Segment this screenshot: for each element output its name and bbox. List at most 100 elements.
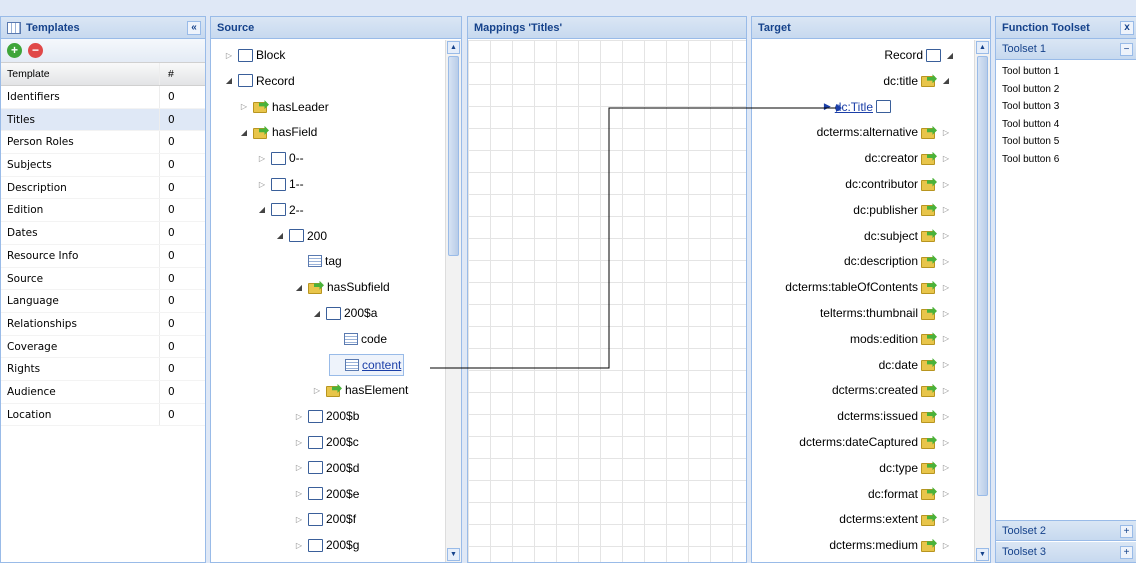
scroll-up-icon[interactable]: ▲ bbox=[976, 41, 989, 54]
collapsed-arrow-icon[interactable]: ▷ bbox=[293, 515, 305, 524]
expanded-arrow-icon[interactable]: ◢ bbox=[274, 231, 286, 240]
expanded-arrow-icon[interactable]: ◢ bbox=[311, 309, 323, 318]
toolset-2-section[interactable]: Toolset 2 + bbox=[996, 520, 1136, 541]
collapsed-arrow-icon[interactable]: ▷ bbox=[940, 541, 952, 550]
tool-button[interactable]: Tool button 3 bbox=[996, 98, 1136, 116]
target-tree-node[interactable]: dcterms:created ▷ bbox=[832, 379, 952, 401]
target-tree-node[interactable]: dc:title ◢ bbox=[883, 70, 952, 92]
target-tree-node[interactable]: dcterms:issued ▷ bbox=[837, 405, 952, 427]
template-row[interactable]: Coverage 0 bbox=[1, 335, 205, 359]
source-tree-node[interactable]: ▷ hasElement bbox=[311, 379, 408, 401]
collapsed-arrow-icon[interactable]: ▷ bbox=[293, 489, 305, 498]
template-row[interactable]: Dates 0 bbox=[1, 222, 205, 245]
expanded-arrow-icon[interactable]: ◢ bbox=[940, 76, 952, 85]
collapsed-arrow-icon[interactable]: ▷ bbox=[256, 154, 268, 163]
collapsed-arrow-icon[interactable]: ▷ bbox=[940, 128, 952, 137]
collapsed-arrow-icon[interactable]: ▷ bbox=[940, 463, 952, 472]
template-row[interactable]: Rights 0 bbox=[1, 358, 205, 381]
target-scrollbar[interactable]: ▲ ▼ bbox=[974, 40, 990, 562]
source-tree-node[interactable]: ▷ 200$d bbox=[293, 457, 359, 479]
scroll-up-icon[interactable]: ▲ bbox=[447, 41, 460, 54]
source-tree-node[interactable]: code bbox=[329, 328, 387, 350]
collapsed-arrow-icon[interactable]: ▷ bbox=[940, 154, 952, 163]
source-tree-node[interactable]: ▷ 200$b bbox=[293, 405, 359, 427]
collapse-icon[interactable]: « bbox=[187, 21, 201, 35]
collapsed-arrow-icon[interactable]: ▷ bbox=[293, 438, 305, 447]
toolset-1-section[interactable]: Toolset 1 − bbox=[996, 39, 1136, 60]
target-tree-node[interactable]: ▶ dc:Title bbox=[824, 96, 894, 118]
expanded-arrow-icon[interactable]: ◢ bbox=[944, 51, 956, 60]
collapsed-arrow-icon[interactable]: ▷ bbox=[940, 515, 952, 524]
template-row[interactable]: Person Roles 0 bbox=[1, 131, 205, 155]
template-row[interactable]: Language 0 bbox=[1, 290, 205, 313]
collapsed-arrow-icon[interactable]: ▷ bbox=[940, 257, 952, 266]
scroll-thumb[interactable] bbox=[977, 56, 988, 496]
target-tree-node[interactable]: dcterms:extent ▷ bbox=[839, 508, 952, 530]
target-tree-node[interactable]: dcterms:alternative ▷ bbox=[817, 121, 952, 143]
target-tree-node[interactable]: dc:subject ▷ bbox=[864, 225, 952, 247]
target-tree-node[interactable]: dc:date ▷ bbox=[879, 354, 952, 376]
source-tree-node[interactable]: ▷ Block bbox=[223, 44, 285, 66]
remove-template-button[interactable]: − bbox=[28, 43, 43, 58]
collapsed-arrow-icon[interactable]: ▷ bbox=[293, 541, 305, 550]
source-tree-node[interactable]: ▷ 200$e bbox=[293, 483, 359, 505]
target-tree-node[interactable]: Record ◢ bbox=[884, 44, 956, 66]
template-row[interactable]: Location 0 bbox=[1, 403, 205, 427]
source-tree-node[interactable]: tag bbox=[293, 250, 342, 272]
source-scrollbar[interactable]: ▲ ▼ bbox=[445, 40, 461, 562]
source-tree-node[interactable]: ▷ hasLeader bbox=[238, 96, 329, 118]
collapsed-arrow-icon[interactable]: ▷ bbox=[940, 334, 952, 343]
scroll-thumb[interactable] bbox=[448, 56, 459, 256]
collapsed-arrow-icon[interactable]: ▷ bbox=[311, 386, 323, 395]
target-tree-node[interactable]: mods:edition ▷ bbox=[850, 328, 952, 350]
target-tree-node[interactable]: dc:format ▷ bbox=[868, 483, 952, 505]
scroll-down-icon[interactable]: ▼ bbox=[976, 548, 989, 561]
collapsed-arrow-icon[interactable]: ▷ bbox=[256, 180, 268, 189]
collapsed-arrow-icon[interactable]: ▷ bbox=[940, 231, 952, 240]
collapsed-arrow-icon[interactable]: ▷ bbox=[940, 205, 952, 214]
source-tree-node[interactable]: ◢ 200$a bbox=[311, 302, 377, 324]
target-tree-node[interactable]: dc:type ▷ bbox=[879, 457, 952, 479]
collapsed-arrow-icon[interactable]: ▷ bbox=[940, 180, 952, 189]
expanded-arrow-icon[interactable]: ◢ bbox=[256, 205, 268, 214]
collapsed-arrow-icon[interactable]: ▷ bbox=[293, 412, 305, 421]
collapsed-arrow-icon[interactable]: ▷ bbox=[940, 309, 952, 318]
expanded-arrow-icon[interactable]: ◢ bbox=[238, 128, 250, 137]
target-tree-node[interactable]: dcterms:tableOfContents ▷ bbox=[785, 276, 952, 298]
source-tree-node[interactable]: ▷ 1-- bbox=[256, 173, 304, 195]
collapsed-arrow-icon[interactable]: ▷ bbox=[238, 102, 250, 111]
source-tree-node[interactable]: ◢ hasSubfield bbox=[293, 276, 390, 298]
template-row[interactable]: Resource Info 0 bbox=[1, 244, 205, 268]
target-tree-node[interactable]: dc:contributor ▷ bbox=[845, 173, 952, 195]
mapping-canvas[interactable] bbox=[468, 40, 746, 562]
collapsed-arrow-icon[interactable]: ▷ bbox=[940, 438, 952, 447]
expanded-arrow-icon[interactable]: ◢ bbox=[293, 283, 305, 292]
expand-icon[interactable]: + bbox=[1120, 525, 1133, 538]
template-row[interactable]: Identifiers 0 bbox=[1, 86, 205, 109]
tool-button[interactable]: Tool button 5 bbox=[996, 133, 1136, 151]
scroll-down-icon[interactable]: ▼ bbox=[447, 548, 460, 561]
source-tree-node[interactable]: ◢ hasField bbox=[238, 121, 317, 143]
source-tree-node[interactable]: ▷ 200$c bbox=[293, 431, 359, 453]
template-row[interactable]: Titles 0 bbox=[1, 108, 205, 132]
template-row[interactable]: Source 0 bbox=[1, 267, 205, 291]
template-row[interactable]: Audience 0 bbox=[1, 380, 205, 404]
source-tree-node[interactable]: ◢ 2-- bbox=[256, 199, 304, 221]
collapse-icon[interactable]: − bbox=[1120, 43, 1133, 56]
source-tree-node[interactable]: ▷ 0-- bbox=[256, 147, 304, 169]
target-tree-node[interactable]: dc:publisher ▷ bbox=[853, 199, 952, 221]
tool-button[interactable]: Tool button 4 bbox=[996, 116, 1136, 134]
collapsed-arrow-icon[interactable]: ▷ bbox=[940, 412, 952, 421]
target-tree-node[interactable]: dcterms:dateCaptured ▷ bbox=[799, 431, 952, 453]
add-template-button[interactable]: + bbox=[7, 43, 22, 58]
template-row[interactable]: Edition 0 bbox=[1, 199, 205, 223]
toolset-3-section[interactable]: Toolset 3 + bbox=[996, 542, 1136, 562]
column-count[interactable]: # bbox=[159, 63, 187, 85]
collapsed-arrow-icon[interactable]: ▷ bbox=[940, 283, 952, 292]
tool-button[interactable]: Tool button 6 bbox=[996, 151, 1136, 169]
source-tree-node[interactable]: ▷ 200$f bbox=[293, 508, 356, 530]
collapsed-arrow-icon[interactable]: ▷ bbox=[940, 386, 952, 395]
column-template[interactable]: Template bbox=[1, 63, 159, 85]
template-row[interactable]: Description 0 bbox=[1, 176, 205, 200]
collapsed-arrow-icon[interactable]: ▷ bbox=[223, 51, 235, 60]
